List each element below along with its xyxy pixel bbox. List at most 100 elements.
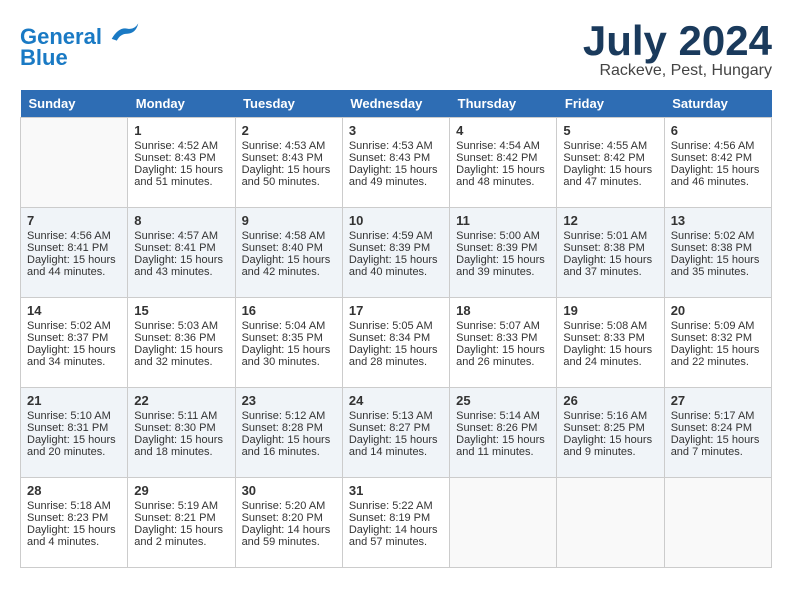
calendar-cell: 10Sunrise: 4:59 AMSunset: 8:39 PMDayligh… bbox=[342, 208, 449, 298]
calendar-cell: 23Sunrise: 5:12 AMSunset: 8:28 PMDayligh… bbox=[235, 388, 342, 478]
day-number: 23 bbox=[242, 393, 336, 408]
calendar-cell: 4Sunrise: 4:54 AMSunset: 8:42 PMDaylight… bbox=[450, 118, 557, 208]
daylight-text: Daylight: 15 hours and 47 minutes. bbox=[563, 164, 657, 188]
calendar-cell bbox=[450, 478, 557, 568]
sunset-text: Sunset: 8:42 PM bbox=[456, 152, 550, 164]
day-number: 4 bbox=[456, 123, 550, 138]
sunset-text: Sunset: 8:26 PM bbox=[456, 422, 550, 434]
sunset-text: Sunset: 8:43 PM bbox=[349, 152, 443, 164]
daylight-text: Daylight: 15 hours and 39 minutes. bbox=[456, 254, 550, 278]
sunrise-text: Sunrise: 4:56 AM bbox=[671, 140, 765, 152]
daylight-text: Daylight: 15 hours and 20 minutes. bbox=[27, 434, 121, 458]
sunrise-text: Sunrise: 5:11 AM bbox=[134, 410, 228, 422]
calendar-cell: 19Sunrise: 5:08 AMSunset: 8:33 PMDayligh… bbox=[557, 298, 664, 388]
daylight-text: Daylight: 15 hours and 48 minutes. bbox=[456, 164, 550, 188]
calendar-cell: 1 Sunrise: 4:52 AMSunset: 8:43 PMDaylight… bbox=[128, 118, 235, 208]
week-row-1: 1Sunrise: 4:52 AMSunset: 8:43 PMDaylight… bbox=[21, 118, 772, 208]
daylight-text: Daylight: 15 hours and 9 minutes. bbox=[563, 434, 657, 458]
sunset-text: Sunset: 8:25 PM bbox=[563, 422, 657, 434]
daylight-text: Daylight: 15 hours and 50 minutes. bbox=[242, 164, 336, 188]
day-number: 29 bbox=[134, 483, 228, 498]
calendar-cell: 22Sunrise: 5:11 AMSunset: 8:30 PMDayligh… bbox=[128, 388, 235, 478]
day-number: 24 bbox=[349, 393, 443, 408]
week-row-3: 14Sunrise: 5:02 AMSunset: 8:37 PMDayligh… bbox=[21, 298, 772, 388]
sunrise-text: Sunrise: 5:09 AM bbox=[671, 320, 765, 332]
day-number: 5 bbox=[563, 123, 657, 138]
calendar-cell: 7Sunrise: 4:56 AMSunset: 8:41 PMDaylight… bbox=[21, 208, 128, 298]
sunset-text: Sunset: 8:43 PM bbox=[134, 152, 228, 164]
calendar-cell bbox=[664, 478, 771, 568]
calendar-cell: 27 Sunrise: 5:17 AMSunset: 8:24 PMDayligh… bbox=[664, 388, 771, 478]
calendar-cell: 21 Sunrise: 5:10 AMSunset: 8:31 PMDayligh… bbox=[21, 388, 128, 478]
daylight-text: Daylight: 15 hours and 14 minutes. bbox=[349, 434, 443, 458]
daylight-text: Daylight: 15 hours and 37 minutes. bbox=[563, 254, 657, 278]
calendar-cell: 9Sunrise: 4:58 AMSunset: 8:40 PMDaylight… bbox=[235, 208, 342, 298]
calendar-cell bbox=[21, 118, 128, 208]
day-number: 11 bbox=[456, 213, 550, 228]
location: Rackeve, Pest, Hungary bbox=[583, 62, 772, 80]
day-number: 10 bbox=[349, 213, 443, 228]
daylight-text: Daylight: 14 hours and 57 minutes. bbox=[349, 524, 443, 548]
day-number: 31 bbox=[349, 483, 443, 498]
sunset-text: Sunset: 8:35 PM bbox=[242, 332, 336, 344]
day-number: 21 bbox=[27, 393, 121, 408]
daylight-text: Daylight: 15 hours and 4 minutes. bbox=[27, 524, 121, 548]
daylight-text: Daylight: 15 hours and 16 minutes. bbox=[242, 434, 336, 458]
sunrise-text: Sunrise: 5:16 AM bbox=[563, 410, 657, 422]
day-number: 22 bbox=[134, 393, 228, 408]
header-monday: Monday bbox=[128, 90, 235, 118]
sunrise-text: Sunrise: 4:59 AM bbox=[349, 230, 443, 242]
daylight-text: Daylight: 15 hours and 7 minutes. bbox=[671, 434, 765, 458]
title-block: July 2024 Rackeve, Pest, Hungary bbox=[583, 20, 772, 80]
day-number: 14 bbox=[27, 303, 121, 318]
day-number: 2 bbox=[242, 123, 336, 138]
daylight-text: Daylight: 15 hours and 46 minutes. bbox=[671, 164, 765, 188]
day-number: 27 bbox=[671, 393, 765, 408]
sunset-text: Sunset: 8:31 PM bbox=[27, 422, 121, 434]
daylight-text: Daylight: 15 hours and 18 minutes. bbox=[134, 434, 228, 458]
header-wednesday: Wednesday bbox=[342, 90, 449, 118]
daylight-text: Daylight: 15 hours and 51 minutes. bbox=[134, 164, 228, 188]
sunset-text: Sunset: 8:36 PM bbox=[134, 332, 228, 344]
daylight-text: Daylight: 15 hours and 34 minutes. bbox=[27, 344, 121, 368]
daylight-text: Daylight: 15 hours and 35 minutes. bbox=[671, 254, 765, 278]
day-number: 19 bbox=[563, 303, 657, 318]
daylight-text: Daylight: 15 hours and 22 minutes. bbox=[671, 344, 765, 368]
sunrise-text: Sunrise: 5:04 AM bbox=[242, 320, 336, 332]
sunset-text: Sunset: 8:24 PM bbox=[671, 422, 765, 434]
sunset-text: Sunset: 8:32 PM bbox=[671, 332, 765, 344]
sunrise-text: Sunrise: 5:07 AM bbox=[456, 320, 550, 332]
calendar-cell: 18Sunrise: 5:07 AMSunset: 8:33 PMDayligh… bbox=[450, 298, 557, 388]
sunset-text: Sunset: 8:43 PM bbox=[242, 152, 336, 164]
day-number: 16 bbox=[242, 303, 336, 318]
daylight-text: Daylight: 15 hours and 24 minutes. bbox=[563, 344, 657, 368]
sunrise-text: Sunrise: 4:55 AM bbox=[563, 140, 657, 152]
sunrise-text: Sunrise: 5:17 AM bbox=[671, 410, 765, 422]
sunrise-text: Sunrise: 5:00 AM bbox=[456, 230, 550, 242]
sunrise-text: Sunrise: 5:12 AM bbox=[242, 410, 336, 422]
week-row-4: 21Sunrise: 5:10 AMSunset: 8:31 PMDayligh… bbox=[21, 388, 772, 478]
calendar-cell: 8Sunrise: 4:57 AMSunset: 8:41 PMDaylight… bbox=[128, 208, 235, 298]
day-number: 6 bbox=[671, 123, 765, 138]
sunset-text: Sunset: 8:19 PM bbox=[349, 512, 443, 524]
sunrise-text: Sunrise: 4:58 AM bbox=[242, 230, 336, 242]
daylight-text: Daylight: 15 hours and 30 minutes. bbox=[242, 344, 336, 368]
sunrise-text: Sunrise: 4:52 AM bbox=[134, 140, 228, 152]
calendar-cell: 5Sunrise: 4:55 AMSunset: 8:42 PMDaylight… bbox=[557, 118, 664, 208]
calendar-cell: 13Sunrise: 5:02 AMSunset: 8:38 PMDayligh… bbox=[664, 208, 771, 298]
daylight-text: Daylight: 15 hours and 26 minutes. bbox=[456, 344, 550, 368]
day-number: 12 bbox=[563, 213, 657, 228]
day-number: 18 bbox=[456, 303, 550, 318]
header-row: SundayMondayTuesdayWednesdayThursdayFrid… bbox=[21, 90, 772, 118]
calendar-cell: 6Sunrise: 4:56 AMSunset: 8:42 PMDaylight… bbox=[664, 118, 771, 208]
sunrise-text: Sunrise: 5:19 AM bbox=[134, 500, 228, 512]
daylight-text: Daylight: 15 hours and 42 minutes. bbox=[242, 254, 336, 278]
day-number: 17 bbox=[349, 303, 443, 318]
month-title: July 2024 bbox=[583, 20, 772, 62]
sunrise-text: Sunrise: 5:10 AM bbox=[27, 410, 121, 422]
calendar-cell: 14Sunrise: 5:02 AMSunset: 8:37 PMDayligh… bbox=[21, 298, 128, 388]
day-number: 1 bbox=[134, 123, 228, 138]
week-row-5: 28Sunrise: 5:18 AMSunset: 8:23 PMDayligh… bbox=[21, 478, 772, 568]
calendar-cell: 2Sunrise: 4:53 AMSunset: 8:43 PMDaylight… bbox=[235, 118, 342, 208]
daylight-text: Daylight: 15 hours and 40 minutes. bbox=[349, 254, 443, 278]
